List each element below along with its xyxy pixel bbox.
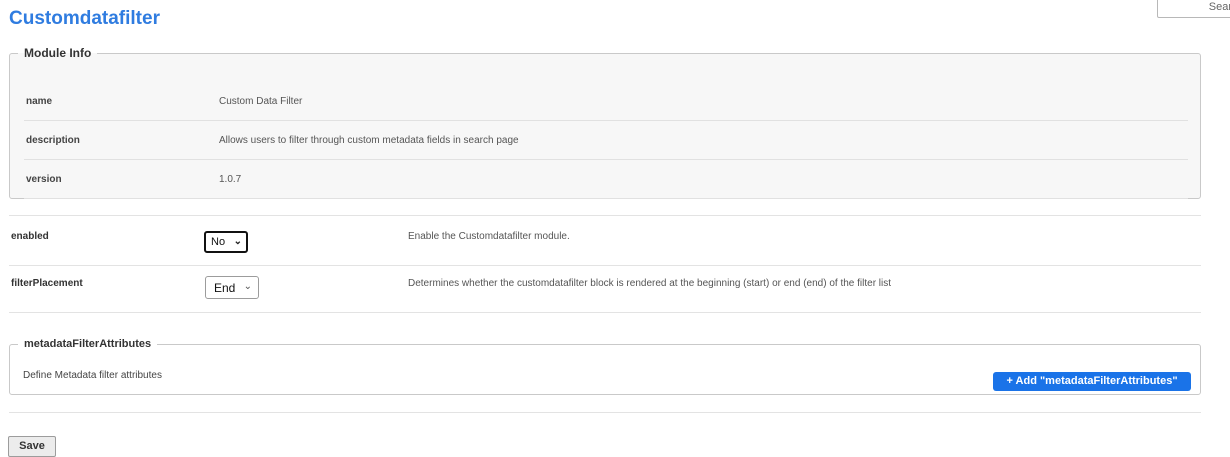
- page-title: Customdatafilter: [9, 8, 160, 29]
- enabled-select[interactable]: No ⌄: [204, 231, 248, 253]
- module-info-panel: Module Info name Custom Data Filter desc…: [9, 46, 1201, 199]
- filter-placement-select[interactable]: End ⌄: [205, 276, 259, 299]
- info-row-version: version 1.0.7: [24, 160, 1188, 199]
- page: Customdatafilter Sear Module Info name C…: [0, 0, 1230, 457]
- search-placeholder: Sear: [1208, 1, 1230, 13]
- info-key: name: [26, 96, 53, 107]
- metadata-filter-attributes-description: Define Metadata filter attributes: [23, 370, 162, 381]
- metadata-filter-attributes-legend: metadataFilterAttributes: [24, 338, 152, 350]
- add-metadata-filter-attributes-button[interactable]: + Add "metadataFilterAttributes": [993, 372, 1191, 391]
- search-input[interactable]: Sear: [1157, 0, 1230, 18]
- chevron-down-icon: ⌄: [243, 281, 252, 292]
- module-info-legend: Module Info: [24, 46, 92, 60]
- setting-row-enabled: enabled No ⌄ Enable the Customdatafilter…: [9, 215, 1201, 264]
- metadata-filter-attributes-panel: metadataFilterAttributes Define Metadata…: [9, 338, 1201, 395]
- setting-row-filter-placement: filterPlacement End ⌄ Determines whether…: [9, 265, 1201, 314]
- setting-label-filter-placement: filterPlacement: [11, 278, 83, 289]
- info-key: description: [26, 135, 80, 146]
- filter-placement-select-value: End: [214, 281, 236, 295]
- setting-description-enabled: Enable the Customdatafilter module.: [408, 231, 570, 242]
- chevron-down-icon: ⌄: [233, 236, 242, 247]
- info-key: version: [26, 174, 62, 185]
- enabled-select-value: No: [211, 236, 226, 248]
- info-value: Custom Data Filter: [219, 96, 303, 107]
- info-row-name: name Custom Data Filter: [24, 82, 1188, 121]
- divider: [9, 412, 1201, 413]
- setting-label-enabled: enabled: [11, 231, 49, 242]
- save-button[interactable]: Save: [8, 436, 56, 457]
- info-row-description: description Allows users to filter throu…: [24, 121, 1188, 160]
- info-value: Allows users to filter through custom me…: [219, 135, 519, 146]
- setting-description-filter-placement: Determines whether the customdatafilter …: [408, 278, 892, 289]
- divider: [9, 312, 1201, 313]
- info-value: 1.0.7: [219, 174, 242, 185]
